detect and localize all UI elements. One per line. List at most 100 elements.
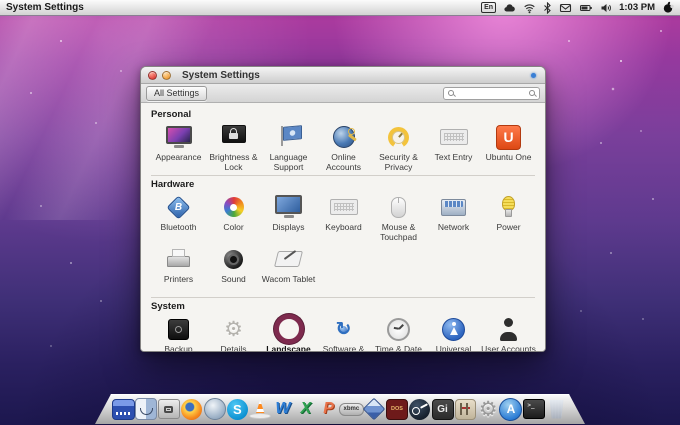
ubuntu-one-icon-glyph: U	[503, 129, 513, 145]
settings-item-sound[interactable]: Sound	[206, 244, 261, 296]
settings-item-user-accounts[interactable]: User Accounts	[481, 314, 536, 352]
language-support-icon	[272, 122, 306, 152]
settings-item-color[interactable]: Color	[206, 192, 261, 244]
software-updates-icon: ↻	[327, 314, 361, 344]
system-settings-icon: ⚙	[479, 397, 498, 421]
settings-item-label: Sound	[221, 275, 246, 285]
settings-item-printers[interactable]: Printers	[151, 244, 206, 296]
window-toolbar: All Settings	[141, 84, 545, 103]
wifi-icon[interactable]	[523, 2, 536, 14]
dock-item-firefox[interactable]	[180, 397, 203, 421]
messages-icon[interactable]	[559, 2, 572, 14]
dock-item-finder[interactable]	[135, 397, 158, 421]
dock: SWXPxbmc DOS Gi ⚙A>_	[95, 394, 585, 424]
settings-item-label: Power	[496, 223, 520, 233]
printers-icon	[162, 244, 196, 274]
close-button[interactable]	[148, 71, 157, 80]
all-settings-button[interactable]: All Settings	[146, 86, 207, 101]
settings-item-details[interactable]: ⚙Details	[206, 314, 261, 352]
settings-item-label: Time & Date	[375, 345, 422, 352]
menubar: System Settings En 1:03 PM	[0, 0, 680, 16]
bluetooth-icon[interactable]	[543, 2, 552, 14]
sound-icon	[217, 244, 251, 274]
dock-item-skype[interactable]: S	[226, 397, 249, 421]
section-grid: AppearanceBrightness & LockLanguage Supp…	[151, 122, 535, 174]
color-icon	[217, 192, 251, 222]
dock-item-spreadsheet[interactable]: X	[294, 397, 317, 421]
settings-item-language-support[interactable]: Language Support	[261, 122, 316, 174]
settings-item-bluetooth[interactable]: BBluetooth	[151, 192, 206, 244]
dock-item-gimp[interactable]: Gi	[431, 397, 454, 421]
minimize-button[interactable]	[162, 71, 171, 80]
dock-item-web-browser[interactable]	[203, 397, 226, 421]
settings-item-displays[interactable]: Displays	[261, 192, 316, 244]
keyboard-icon	[327, 192, 361, 222]
dock-item-virtualbox[interactable]	[363, 397, 386, 421]
settings-item-label: User Accounts	[481, 345, 536, 352]
settings-item-security-privacy[interactable]: Security & Privacy	[371, 122, 426, 174]
settings-item-power[interactable]: Power	[481, 192, 536, 244]
settings-item-label: Wacom Tablet	[262, 275, 315, 285]
settings-item-label: Ubuntu One	[486, 153, 532, 163]
power-icon	[492, 192, 526, 222]
bluetooth-icon: B	[162, 192, 196, 222]
settings-item-network[interactable]: Network	[426, 192, 481, 244]
settings-content: Personal AppearanceBrightness & LockLangu…	[141, 103, 545, 352]
mouse-touchpad-icon	[382, 192, 416, 222]
settings-item-keyboard[interactable]: Keyboard	[316, 192, 371, 244]
security-privacy-icon	[382, 122, 416, 152]
settings-item-ubuntu-one[interactable]: U Ubuntu One	[481, 122, 536, 174]
section-title: Personal	[151, 109, 535, 120]
settings-item-landscape-service[interactable]: Landscape Service	[261, 314, 316, 352]
universal-access-icon-glyph	[450, 327, 458, 335]
wacom-tablet-icon	[272, 244, 306, 274]
dock-item-presentation[interactable]: P	[317, 397, 340, 421]
settings-item-backup[interactable]: Backup	[151, 314, 206, 352]
settings-item-text-entry[interactable]: Text Entry	[426, 122, 481, 174]
apple-menu-icon[interactable]	[662, 2, 674, 14]
settings-item-label: Color	[223, 223, 243, 233]
settings-item-wacom-tablet[interactable]: Wacom Tablet	[261, 244, 316, 296]
appearance-icon	[162, 122, 196, 152]
keyboard-layout-icon[interactable]: En	[481, 2, 496, 14]
volume-icon[interactable]	[600, 2, 612, 14]
settings-item-label: Security & Privacy	[371, 153, 426, 173]
xbmc-icon: xbmc	[344, 406, 360, 412]
desktop: System Settings En 1:03 PM System Settin…	[0, 0, 680, 425]
dock-item-audio-mixer[interactable]	[454, 397, 477, 421]
section-personal: Personal AppearanceBrightness & LockLangu…	[151, 106, 535, 174]
menubar-app-title[interactable]: System Settings	[6, 2, 84, 13]
search-box[interactable]	[443, 87, 540, 100]
battery-icon[interactable]	[579, 2, 593, 14]
cloud-sync-icon[interactable]	[503, 2, 516, 14]
dock-item-launcher[interactable]	[112, 397, 135, 421]
menubar-clock[interactable]: 1:03 PM	[619, 2, 655, 13]
dock-item-dosbox[interactable]: DOS	[386, 397, 409, 421]
section-hardware: HardwareBBluetoothColorDisplaysKeyboardM…	[151, 175, 535, 296]
settings-item-label: Bluetooth	[161, 223, 197, 233]
settings-item-label: Mouse & Touchpad	[371, 223, 426, 243]
steam-icon	[420, 403, 428, 409]
spreadsheet-icon: X	[300, 400, 311, 418]
settings-item-label: Text Entry	[435, 153, 473, 163]
dock-item-screenshot-tool[interactable]	[158, 397, 181, 421]
settings-item-software-updates[interactable]: ↻Software & Updates	[316, 314, 371, 352]
dock-item-app-store[interactable]: A	[500, 397, 523, 421]
settings-item-label: Language Support	[261, 153, 316, 173]
settings-item-label: Online Accounts	[316, 153, 371, 173]
dock-item-steam[interactable]	[408, 397, 431, 421]
dock-item-trash[interactable]	[545, 397, 568, 421]
settings-item-mouse-touchpad[interactable]: Mouse & Touchpad	[371, 192, 426, 244]
dock-item-xbmc[interactable]: xbmc	[340, 397, 363, 421]
settings-item-online-accounts[interactable]: Online Accounts	[316, 122, 371, 174]
window-titlebar[interactable]: System Settings	[141, 67, 545, 84]
dock-item-system-settings[interactable]: ⚙	[477, 397, 500, 421]
dock-item-vlc[interactable]	[249, 397, 272, 421]
search-input[interactable]	[455, 88, 528, 98]
settings-item-time-date[interactable]: Time & Date	[371, 314, 426, 352]
settings-item-appearance[interactable]: Appearance	[151, 122, 206, 174]
dock-item-word-processor[interactable]: W	[272, 397, 295, 421]
settings-item-universal-access[interactable]: Universal Access	[426, 314, 481, 352]
settings-item-brightness-lock[interactable]: Brightness & Lock	[206, 122, 261, 174]
dock-item-terminal[interactable]: >_	[522, 397, 545, 421]
